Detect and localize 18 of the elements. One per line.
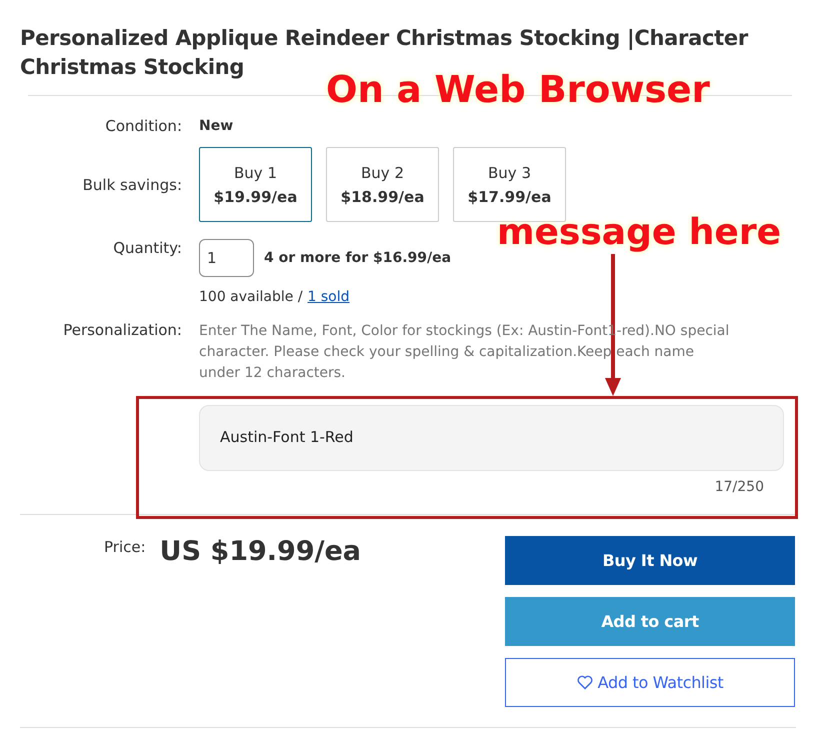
quantity-field[interactable]: 1	[199, 239, 254, 277]
availability: 100 available /	[199, 289, 303, 305]
watchlist-button[interactable]: Add to Watchlist	[505, 658, 795, 707]
personalization-label: Personalization:	[62, 321, 182, 339]
character-counter: 17/250	[714, 479, 764, 495]
price-value: US $19.99/ea	[160, 536, 362, 567]
bulk-option[interactable]: Buy 3 $17.99/ea	[453, 147, 566, 222]
bulk-option[interactable]: Buy 1 $19.99/ea	[199, 147, 312, 222]
quantity-label: Quantity:	[112, 239, 182, 257]
condition-value: New	[199, 117, 234, 134]
buy-now-button[interactable]: Buy It Now	[505, 536, 795, 585]
bulk-offer: 4 or more for $16.99/ea	[264, 250, 452, 266]
bulk-option[interactable]: Buy 2 $18.99/ea	[326, 147, 439, 222]
condition-label: Condition:	[104, 117, 182, 135]
sold-link[interactable]: 1 sold	[308, 289, 350, 305]
price-label: Price:	[104, 537, 146, 556]
personalization-field[interactable]: Austin-Font 1-Red	[199, 405, 784, 471]
bulk-savings-label: Bulk savings:	[82, 176, 182, 194]
